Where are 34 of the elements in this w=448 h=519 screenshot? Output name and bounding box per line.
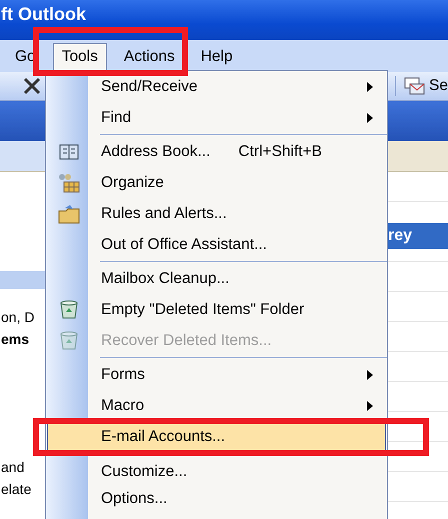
menu-item[interactable]: Out of Office Assistant... bbox=[47, 229, 386, 260]
menu-item[interactable]: Macro bbox=[47, 390, 386, 421]
folder-text: ems bbox=[1, 330, 30, 349]
bin-icon bbox=[58, 300, 78, 320]
toolbar-button[interactable]: Se bbox=[404, 76, 448, 96]
folder-text: on, D bbox=[1, 308, 36, 327]
submenu-arrow-icon bbox=[367, 112, 373, 122]
menu-item[interactable]: Forms bbox=[47, 359, 386, 390]
message-row[interactable]: rey bbox=[388, 223, 448, 249]
submenu-arrow-icon bbox=[367, 82, 373, 92]
menu-item[interactable]: Empty "Deleted Items" Folder bbox=[47, 294, 386, 325]
menu-bar-item[interactable]: Help bbox=[192, 43, 242, 72]
grid-icon bbox=[58, 172, 80, 192]
menu-item[interactable]: Address Book... Ctrl+Shift+B bbox=[47, 136, 386, 167]
folder-text: elate bbox=[1, 480, 32, 499]
menu-bar-item[interactable]: Actions bbox=[114, 43, 184, 72]
menu-item[interactable]: Rules and Alerts... bbox=[47, 198, 386, 229]
menu-bar-item[interactable]: Tools bbox=[52, 43, 107, 72]
menu-item[interactable]: Mailbox Cleanup... bbox=[47, 263, 386, 294]
menu-item[interactable]: Organize bbox=[47, 167, 386, 198]
folder-icon bbox=[58, 204, 80, 224]
envelope-stack-icon bbox=[404, 76, 426, 96]
submenu-arrow-icon bbox=[367, 370, 373, 380]
folder-text: and bbox=[1, 458, 26, 477]
menu-item[interactable]: Customize... bbox=[47, 452, 386, 483]
menu-item[interactable]: Find bbox=[47, 102, 386, 133]
submenu-arrow-icon bbox=[367, 400, 373, 410]
menu-item[interactable]: Options... bbox=[47, 483, 386, 514]
window-title: ft Outlook bbox=[1, 4, 86, 24]
pane-header bbox=[0, 271, 46, 289]
menu-item[interactable]: Send/Receive bbox=[47, 71, 386, 102]
book-icon bbox=[58, 144, 78, 160]
bin-icon bbox=[58, 330, 78, 350]
delete-icon[interactable] bbox=[22, 76, 42, 96]
